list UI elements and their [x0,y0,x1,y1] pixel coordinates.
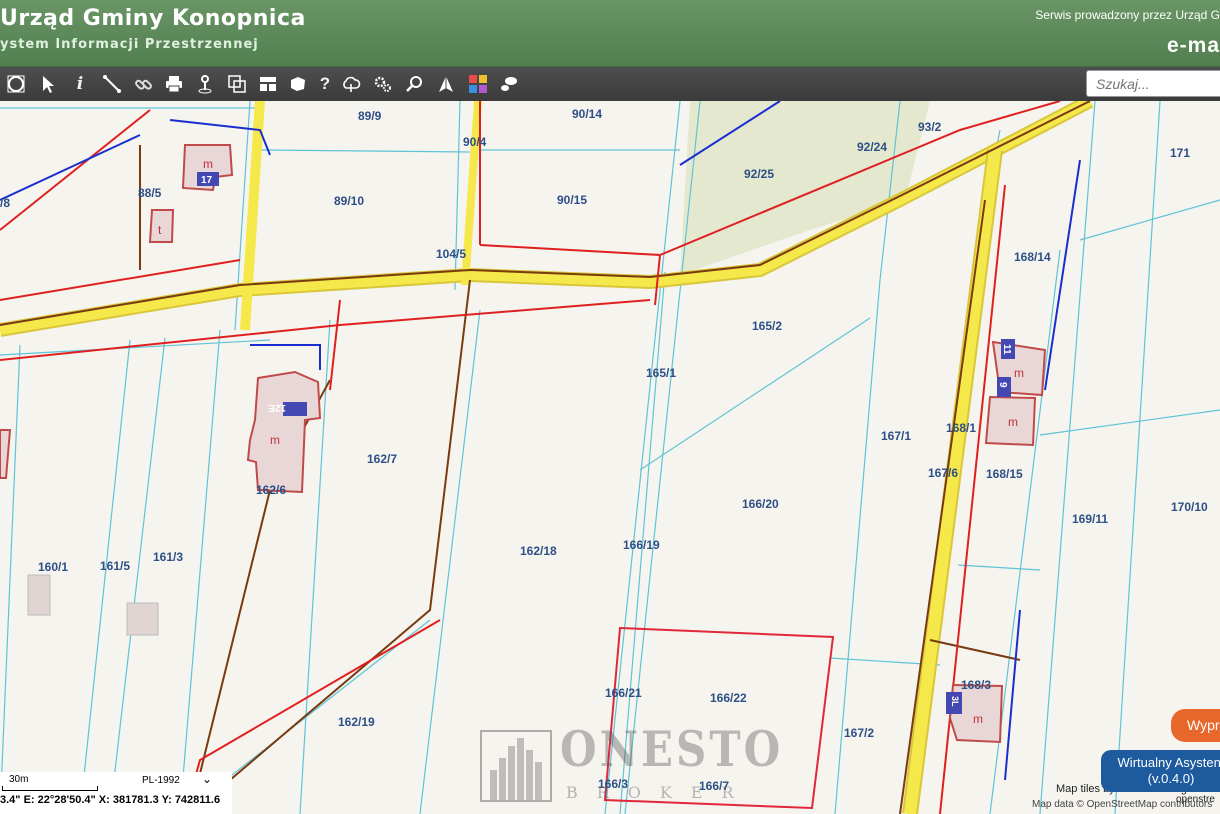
parcel-label: 170/10 [1171,500,1208,514]
sheds [27,574,159,636]
service-provider-text: Serwis prowadzony przez Urząd G [1035,8,1220,22]
parcel-label: 160/1 [38,560,68,574]
coordinate-readout: 3.4" E: 22°28'50.4" X: 381781.3 Y: 74281… [0,794,221,806]
scale-line [2,786,98,791]
parcel-label: 167/2 [844,726,874,740]
watermark-name: ONESTO [560,721,784,778]
table-icon[interactable] [256,73,280,95]
buildings [0,144,1047,744]
scale-label: 30m [9,774,29,785]
parcel-labels: 89/9 90/14 93/2 171 90/4 92/24 88/5 92/2… [0,107,1208,793]
parcel-label: 92/24 [857,140,887,154]
map-toolbar: i ? [0,67,1220,102]
info-icon[interactable]: i [68,73,92,95]
house-number-11: 11 [1001,344,1012,355]
parcel-label: 88/5 [138,186,162,200]
parcel-label: 162/6 [256,483,286,497]
crs-value: PL-1992 [142,775,180,786]
municipality-title: Urząd Gminy Konopnica [0,6,306,31]
parcel-label: 165/2 [752,319,782,333]
svg-text:m: m [1008,415,1018,429]
onesto-logo [480,730,552,802]
parcel-label: 90/4 [463,135,487,149]
zoom-extent-icon[interactable] [4,73,28,95]
assistant-label: Wirtualny Asystent [1117,755,1220,770]
parcel-label: 162/19 [338,715,375,729]
parcel-label: 166/21 [605,686,642,700]
parcel-label: 90/15 [557,193,587,207]
osm-attribution[interactable]: openstre [1176,794,1215,805]
search-map-icon[interactable] [403,73,427,95]
svg-text:m: m [270,433,280,447]
svg-text:m: m [973,712,983,726]
pin-icon[interactable] [193,73,217,95]
layers-icon[interactable] [225,73,249,95]
parcel-label: /8 [0,196,10,210]
road-north-mid [461,101,482,286]
cube-icon[interactable] [286,73,310,95]
compass-icon[interactable] [434,73,458,95]
parcel-label: 104/5 [436,247,466,261]
link-icon[interactable] [132,73,156,95]
print-icon[interactable] [162,73,186,95]
parcel-label: 161/5 [100,559,130,573]
brand-logo[interactable]: e-ma [1167,34,1220,58]
parcel-label: 93/2 [918,120,942,134]
watermark-subtitle: BROKER [566,783,753,802]
color-grid-icon[interactable] [466,73,490,95]
parcel-label: 171 [1170,146,1190,160]
measure-icon[interactable] [100,73,124,95]
parcel-label: 169/11 [1072,512,1108,526]
parcel-label: 168/1 [946,421,976,435]
virtual-assistant-button[interactable]: Wirtualny Asystent (v.0.4.0) [1101,750,1220,792]
help-icon[interactable]: ? [313,73,337,95]
svg-text:m: m [203,157,213,171]
map-canvas[interactable]: 17 12E 11 9 3L m m m m m t 89/9 90/14 93… [0,101,1220,814]
pointer-icon[interactable] [36,73,60,95]
search-input[interactable] [1086,70,1220,97]
parcel-label: 89/10 [334,194,364,208]
parcel-label: 162/7 [367,452,397,466]
app-header: Urząd Gminy Konopnica ystem Informacji P… [0,0,1220,67]
parcel-label: 168/15 [986,467,1023,481]
assistant-version: (v.0.4.0) [1147,771,1195,786]
parcel-label: 168/14 [1014,250,1051,264]
parcel-label: 165/1 [646,366,676,380]
power-lines [0,101,1061,814]
cloud-icon[interactable] [339,73,363,95]
export-button[interactable]: Wyprow [1171,709,1220,742]
map-layer: 17 12E 11 9 3L m m m m m t 89/9 90/14 93… [0,101,1220,814]
svg-text:m: m [1014,366,1024,380]
parcel-label: 166/19 [623,538,660,552]
scale-bar: 30m PL-1992 ⌄ [0,772,232,814]
house-number-3l: 3L [950,696,960,707]
parcel-label: 90/14 [572,107,602,121]
parcel-label: 167/1 [881,429,911,443]
parcel-boundaries [0,101,1220,814]
parcel-label: 161/3 [153,550,183,564]
house-numbers [197,172,1015,714]
settings-icon[interactable] [371,73,395,95]
parcel-label: 168/3 [961,678,991,692]
chat-icon[interactable] [497,73,521,95]
parcel-label: 166/22 [710,691,747,705]
parcel-label: 162/18 [520,544,557,558]
house-number-9: 9 [997,382,1008,388]
house-number-17: 17 [201,175,213,186]
parcel-label: 166/20 [742,497,779,511]
parcel-label: 89/9 [358,109,382,123]
parcel-label: 92/25 [744,167,774,181]
house-number-12e: 12E [268,402,286,413]
system-subtitle: ystem Informacji Przestrzennej [0,37,259,52]
chevron-down-icon: ⌄ [202,772,213,786]
parcel-label: 167/6 [928,466,958,480]
